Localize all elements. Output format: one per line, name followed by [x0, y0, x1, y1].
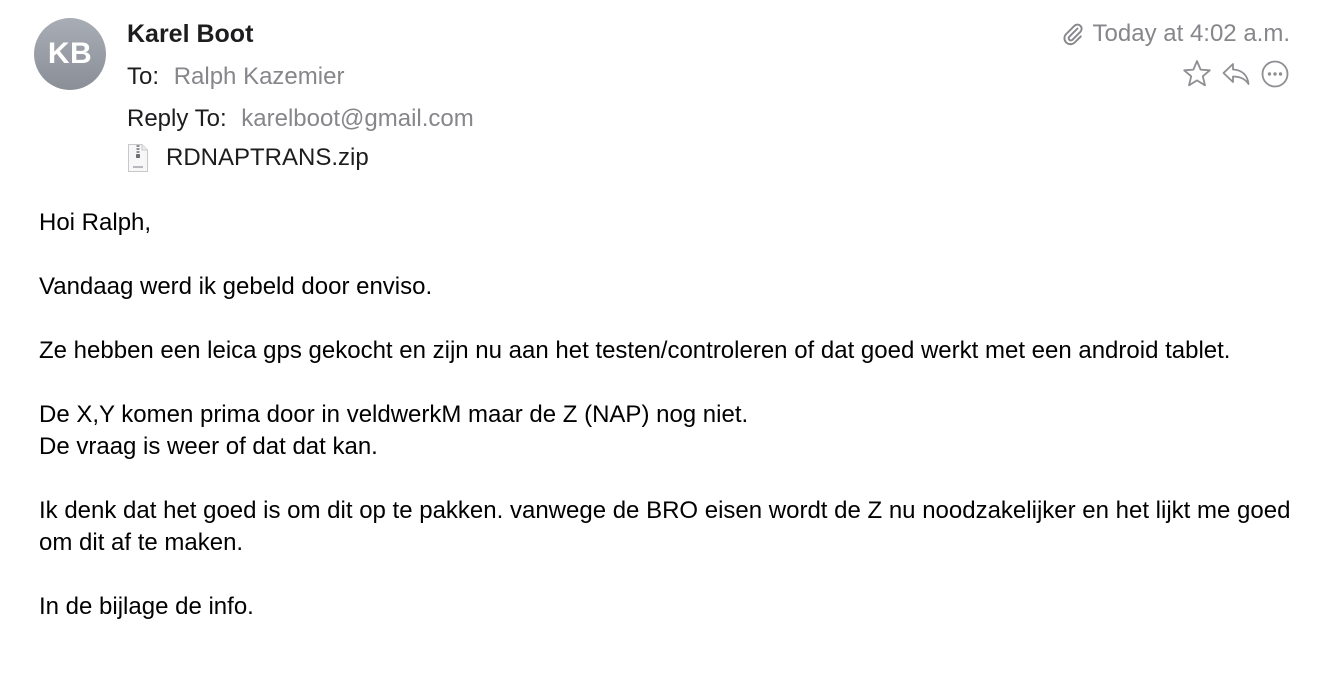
body-paragraph-2: Ze hebben een leica gps gekocht en zijn … [39, 337, 1231, 364]
sender-avatar: KB [34, 18, 106, 90]
reply-to-row: Reply To: karelboot@gmail.com [127, 98, 474, 140]
zip-file-icon [128, 144, 148, 172]
timestamp: Today at 4:02 a.m. [1062, 14, 1290, 54]
sender-name[interactable]: Karel Boot [127, 14, 474, 56]
more-button[interactable] [1258, 57, 1292, 91]
reply-icon [1222, 63, 1250, 85]
avatar-initials: KB [47, 37, 93, 70]
attachment-filename[interactable]: RDNAPTRANS.zip [166, 144, 369, 172]
to-recipient[interactable]: Ralph Kazemier [174, 63, 345, 90]
reply-to-address[interactable]: karelboot@gmail.com [241, 105, 473, 132]
to-label: To: [127, 63, 160, 90]
body-paragraph-3-line-2: De vraag is weer of dat dat kan. [39, 433, 378, 460]
reply-button[interactable] [1219, 57, 1253, 91]
body-paragraph-3-line-1: De X,Y komen prima door in veldwerkM maa… [39, 401, 749, 428]
to-row: To: Ralph Kazemier [127, 56, 474, 98]
timestamp-text: Today at 4:02 a.m. [1092, 20, 1290, 47]
body-greeting: Hoi Ralph, [39, 209, 152, 236]
body-paragraph-3: De X,Y komen prima door in veldwerkM maa… [39, 399, 1299, 463]
paperclip-icon [1063, 23, 1083, 46]
body-paragraph-5: In de bijlage de info. [39, 593, 254, 620]
reply-to-label: Reply To: [127, 105, 227, 132]
flag-button[interactable] [1180, 57, 1214, 91]
body-paragraph-4: Ik denk dat het goed is om dit op te pak… [39, 497, 1291, 556]
star-icon [1183, 60, 1211, 87]
message-header: Karel Boot To: Ralph Kazemier Reply To: … [127, 14, 474, 178]
more-icon [1261, 60, 1289, 88]
body-paragraph-1: Vandaag werd ik gebeld door enviso. [39, 273, 433, 300]
message-body: Hoi Ralph, Vandaag werd ik gebeld door e… [39, 207, 1299, 655]
message-actions [1175, 57, 1292, 91]
attachment[interactable]: RDNAPTRANS.zip [127, 138, 474, 178]
